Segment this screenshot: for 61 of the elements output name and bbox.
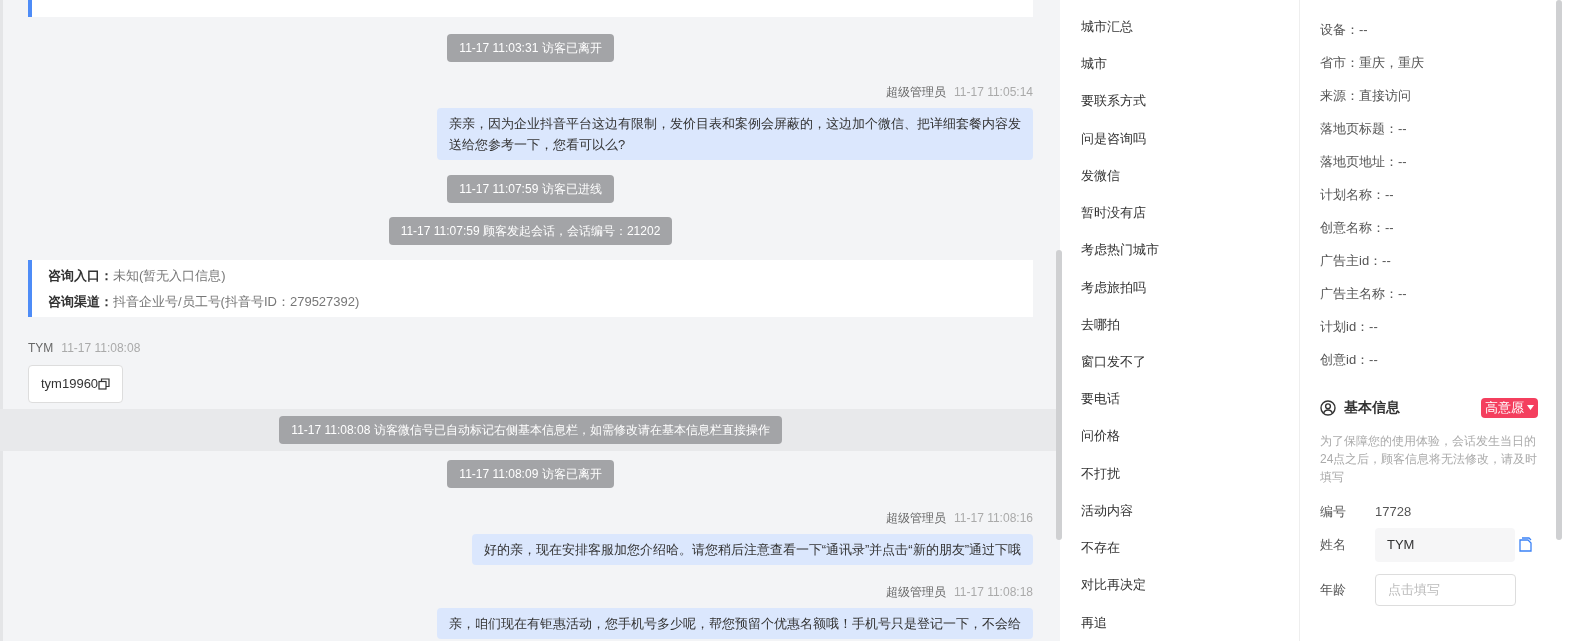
info-row-text: 省市：重庆，重庆 xyxy=(1320,53,1425,72)
section-title: 基本信息 xyxy=(1344,398,1400,417)
quick-reply-item[interactable]: 问是咨询吗 xyxy=(1081,119,1299,157)
sender-name: TYM xyxy=(28,340,54,357)
sender-name: 超级管理员 xyxy=(886,509,947,527)
quick-reply-item[interactable]: 暂时没有店 xyxy=(1081,194,1299,232)
message-bubble: tym19960 xyxy=(28,365,124,403)
quick-reply-item[interactable]: 城市 xyxy=(1081,45,1299,83)
field-label: 姓名 xyxy=(1320,535,1347,554)
info-row-text: 创意id：-- xyxy=(1320,350,1379,369)
copy-icon[interactable] xyxy=(98,377,111,390)
quick-reply-item[interactable]: 问价格 xyxy=(1081,417,1299,455)
info-row-text: 落地页标题：-- xyxy=(1320,119,1408,138)
info-row-text: 来源：直接访问 xyxy=(1320,86,1412,105)
field-value: 17728 xyxy=(1375,503,1412,521)
info-row-text: 广告主id：-- xyxy=(1320,251,1392,270)
scrollbar[interactable] xyxy=(1056,250,1062,540)
notice-text: 为了保障您的使用体验，会话发生当日的24点之后，顾客信息将无法修改，请及时填写 xyxy=(1320,433,1538,486)
intent-tag[interactable]: 高意愿 xyxy=(1481,397,1538,418)
name-field[interactable]: TYM xyxy=(1375,527,1515,562)
quick-reply-item[interactable]: 再追 xyxy=(1081,603,1299,641)
scrollbar[interactable] xyxy=(1556,0,1562,540)
system-notice: 11-17 11:08:09 访客已离开 xyxy=(447,459,614,488)
quick-reply-item[interactable]: 要联系方式 xyxy=(1081,82,1299,120)
system-notice: 11-17 11:07:59 顾客发起会话，会话编号：21202 xyxy=(388,217,673,245)
quick-reply-item[interactable]: 对比再决定 xyxy=(1081,566,1299,604)
system-notice: 11-17 11:07:59 访客已进线 xyxy=(447,175,614,203)
message-bubble: 亲，咱们现在有钜惠活动，您手机号多少呢，帮您预留个优惠名额哦！手机号只是登记一下，不会给 xyxy=(437,607,1033,639)
message-time: 11-17 11:08:08 xyxy=(61,340,141,357)
message-bubble: 好的亲，现在安排客服加您介绍哈。请您稍后注意查看一下“通讯录”并点击“新的朋友”通过下哦 xyxy=(471,533,1033,565)
sender-name: 超级管理员 xyxy=(886,583,947,601)
field-label: 年龄 xyxy=(1320,580,1347,599)
info-row-text: 广告主名称：-- xyxy=(1320,284,1408,303)
caret-icon xyxy=(1527,405,1534,410)
user-icon xyxy=(1320,399,1336,416)
quick-reply-item[interactable]: 窗口发不了 xyxy=(1081,343,1299,381)
sender-name: 超级管理员 xyxy=(886,84,947,101)
input-field[interactable]: 点击填写 xyxy=(1375,573,1516,606)
quick-reply-item[interactable]: 发微信 xyxy=(1081,156,1299,195)
message-time: 11-17 11:05:14 xyxy=(954,84,1033,101)
info-row-text: 计划名称：-- xyxy=(1320,185,1395,204)
quick-reply-item[interactable]: 考虑旅拍吗 xyxy=(1081,268,1299,306)
info-row-text: 落地页地址：-- xyxy=(1320,152,1408,171)
quick-reply-item[interactable]: 考虑热门城市 xyxy=(1081,231,1299,269)
info-row-text: 计划id：-- xyxy=(1320,317,1379,336)
field-label: 编号 xyxy=(1320,503,1347,521)
system-notice: 11-17 11:03:31 访客已离开 xyxy=(447,34,614,62)
quick-reply-item[interactable]: 活动内容 xyxy=(1081,492,1299,530)
message-time: 11-17 11:08:16 xyxy=(954,509,1033,527)
info-line: 咨询渠道：抖音企业号/员工号(抖音号ID：279527392) xyxy=(48,292,361,311)
quick-reply-item[interactable]: 城市汇总 xyxy=(1081,8,1299,46)
quick-reply-item[interactable]: 不打扰 xyxy=(1081,454,1299,493)
info-line: 咨询入口：未知(暂无入口信息) xyxy=(48,267,227,285)
message-bubble: 亲亲，因为企业抖音平台这边有限制，发价目表和案例会屏蔽的，这边加个微信、把详细套餐内容发 送给您参考一下，您看可以么? xyxy=(437,108,1033,160)
quick-reply-item[interactable]: 要电话 xyxy=(1081,380,1299,418)
info-row-text: 创意名称：-- xyxy=(1320,218,1395,237)
message-time: 11-17 11:08:18 xyxy=(954,583,1033,601)
system-notice: 11-17 11:08:08 访客微信号已自动标记右侧基本信息栏，如需修改请在基本信息栏直接操作 xyxy=(279,415,782,444)
quick-reply-item[interactable]: 不存在 xyxy=(1081,529,1299,567)
quick-reply-item[interactable]: 去哪拍 xyxy=(1081,305,1299,344)
info-row-text: 设备：-- xyxy=(1320,20,1369,39)
